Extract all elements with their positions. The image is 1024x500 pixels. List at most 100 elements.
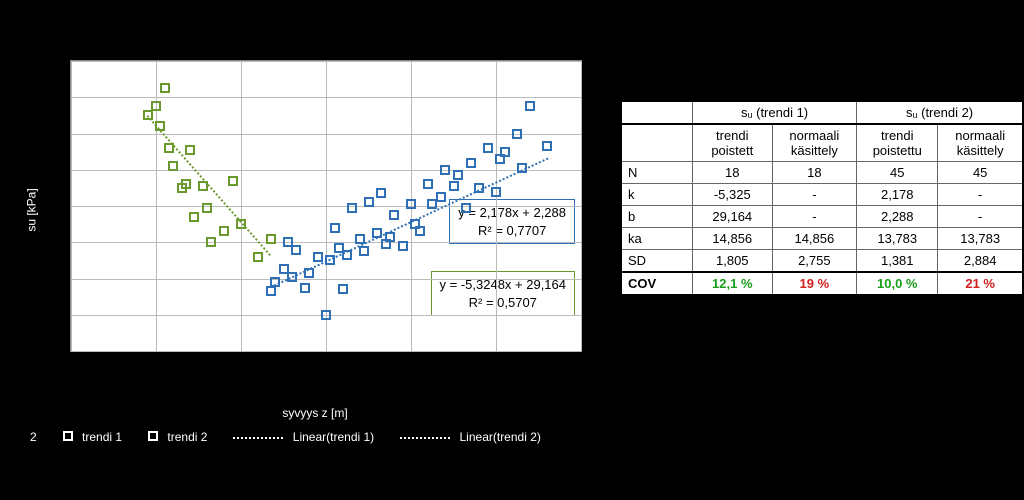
data-point	[491, 187, 501, 197]
data-point	[364, 197, 374, 207]
table-row: SD1,8052,7551,3812,884	[621, 250, 1023, 273]
cell: 13,783	[938, 228, 1023, 250]
eq-green-line2: R² = 0,5707	[469, 295, 537, 310]
data-point	[189, 212, 199, 222]
cell: 2,288	[857, 206, 938, 228]
cell: -	[772, 206, 857, 228]
cell: 14,856	[772, 228, 857, 250]
legend-item-linear2: Linear(trendi 2)	[400, 430, 541, 444]
table-row-cov: COV 12,1 % 19 % 10,0 % 21 %	[621, 272, 1023, 295]
y-axis-label: su [kPa]	[25, 188, 39, 231]
data-point	[406, 199, 416, 209]
sub-2a: trendi poistettu	[857, 124, 938, 162]
eq-blue-line2: R² = 0,7707	[478, 223, 546, 238]
data-point	[483, 143, 493, 153]
cell: -	[938, 184, 1023, 206]
row-label-cov: COV	[621, 272, 693, 295]
cell: 14,856	[693, 228, 773, 250]
data-point	[300, 283, 310, 293]
data-point	[291, 245, 301, 255]
scatter-chart: y = 2,178x + 2,288 R² = 0,7707 y = -5,32…	[30, 30, 600, 390]
data-point	[253, 252, 263, 262]
table-corner	[621, 101, 693, 124]
table-row: N18184545	[621, 162, 1023, 184]
table-row: k-5,325-2,178-	[621, 184, 1023, 206]
legend-item-trendi2: trendi 2	[148, 430, 207, 444]
square-icon	[148, 431, 158, 441]
legend-prefix: 2	[30, 430, 37, 444]
data-point	[151, 101, 161, 111]
data-point	[202, 203, 212, 213]
data-point	[168, 161, 178, 171]
data-point	[398, 241, 408, 251]
table-row: ka14,85614,85613,78313,783	[621, 228, 1023, 250]
legend-label-3: Linear(trendi 1)	[293, 430, 374, 444]
cell: 2,178	[857, 184, 938, 206]
legend-item-trendi1: trendi 1	[63, 430, 122, 444]
data-point	[415, 226, 425, 236]
data-point	[160, 83, 170, 93]
data-point	[338, 284, 348, 294]
stats-table: sᵤ (trendi 1) sᵤ (trendi 2) trendi poist…	[620, 100, 1024, 296]
table-row: b29,164-2,288-	[621, 206, 1023, 228]
legend-label-1: trendi 1	[82, 430, 122, 444]
cell: 1,805	[693, 250, 773, 273]
data-point	[525, 101, 535, 111]
trend-line	[146, 115, 271, 256]
legend-label-2: trendi 2	[167, 430, 207, 444]
data-point	[266, 286, 276, 296]
row-label: N	[621, 162, 693, 184]
table-subheader-row: trendi poistett normaali käsittely trend…	[621, 124, 1023, 162]
data-point	[185, 145, 195, 155]
row-label: k	[621, 184, 693, 206]
cell: -	[772, 184, 857, 206]
data-point	[321, 310, 331, 320]
data-point	[359, 246, 369, 256]
data-point	[181, 179, 191, 189]
row-label: b	[621, 206, 693, 228]
cell: 45	[857, 162, 938, 184]
data-point	[389, 210, 399, 220]
cell: 45	[938, 162, 1023, 184]
data-point	[266, 234, 276, 244]
data-point	[461, 203, 471, 213]
data-point	[219, 226, 229, 236]
dotted-line-icon	[400, 437, 450, 439]
table-header-row: sᵤ (trendi 1) sᵤ (trendi 2)	[621, 101, 1023, 124]
cell: 18	[693, 162, 773, 184]
data-point	[500, 147, 510, 157]
data-point	[466, 158, 476, 168]
legend-item-linear1: Linear(trendi 1)	[233, 430, 374, 444]
data-point	[436, 192, 446, 202]
cell: 29,164	[693, 206, 773, 228]
page-root: y = 2,178x + 2,288 R² = 0,7707 y = -5,32…	[0, 0, 1024, 500]
sub-2b: normaali käsittely	[938, 124, 1023, 162]
cell: 2,884	[938, 250, 1023, 273]
dotted-line-icon	[233, 437, 283, 439]
data-point	[440, 165, 450, 175]
legend-label-4: Linear(trendi 2)	[460, 430, 541, 444]
legend: 2 trendi 1 trendi 2 Linear(trendi 1) Lin…	[30, 430, 541, 444]
plot-area: y = 2,178x + 2,288 R² = 0,7707 y = -5,32…	[70, 60, 582, 352]
cell: 1,381	[857, 250, 938, 273]
cov-2: 19 %	[772, 272, 857, 295]
data-point	[423, 179, 433, 189]
data-point	[542, 141, 552, 151]
sub-1b: normaali käsittely	[772, 124, 857, 162]
data-point	[512, 129, 522, 139]
data-point	[313, 252, 323, 262]
data-point	[449, 181, 459, 191]
data-point	[228, 176, 238, 186]
sub-1a: trendi poistett	[693, 124, 773, 162]
x-axis-label: syvyys z [m]	[282, 406, 347, 420]
square-icon	[63, 431, 73, 441]
cov-4: 21 %	[938, 272, 1023, 295]
cov-1: 12,1 %	[693, 272, 773, 295]
row-label: SD	[621, 250, 693, 273]
group-header-1: sᵤ (trendi 1)	[693, 101, 857, 124]
cell: 18	[772, 162, 857, 184]
eq-blue-line1: y = 2,178x + 2,288	[458, 205, 566, 220]
data-point	[347, 203, 357, 213]
cell: 13,783	[857, 228, 938, 250]
data-point	[453, 170, 463, 180]
